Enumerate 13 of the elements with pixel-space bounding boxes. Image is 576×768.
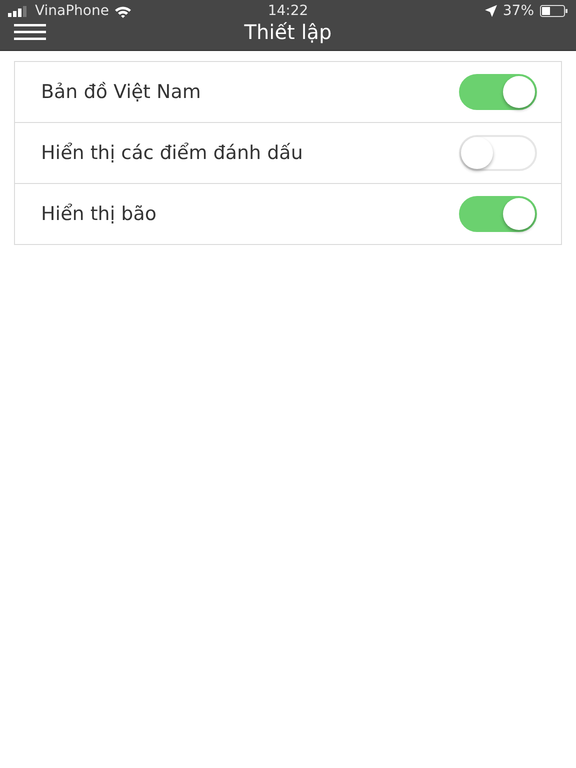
setting-label: Hiển thị các điểm đánh dấu [41,142,303,164]
toggle-switch[interactable] [459,196,537,232]
location-arrow-icon [484,5,497,17]
battery-percentage: 37% [502,3,534,19]
carrier-name: VinaPhone [35,3,109,19]
page-title: Thiết lập [244,20,332,44]
wifi-icon [114,4,132,18]
menu-icon[interactable] [14,24,46,40]
battery-icon [540,5,568,17]
toggle-switch[interactable] [459,74,537,110]
clock-time: 14:22 [268,3,308,19]
setting-label: Hiển thị bão [41,203,156,225]
setting-label: Bản đồ Việt Nam [41,81,201,103]
